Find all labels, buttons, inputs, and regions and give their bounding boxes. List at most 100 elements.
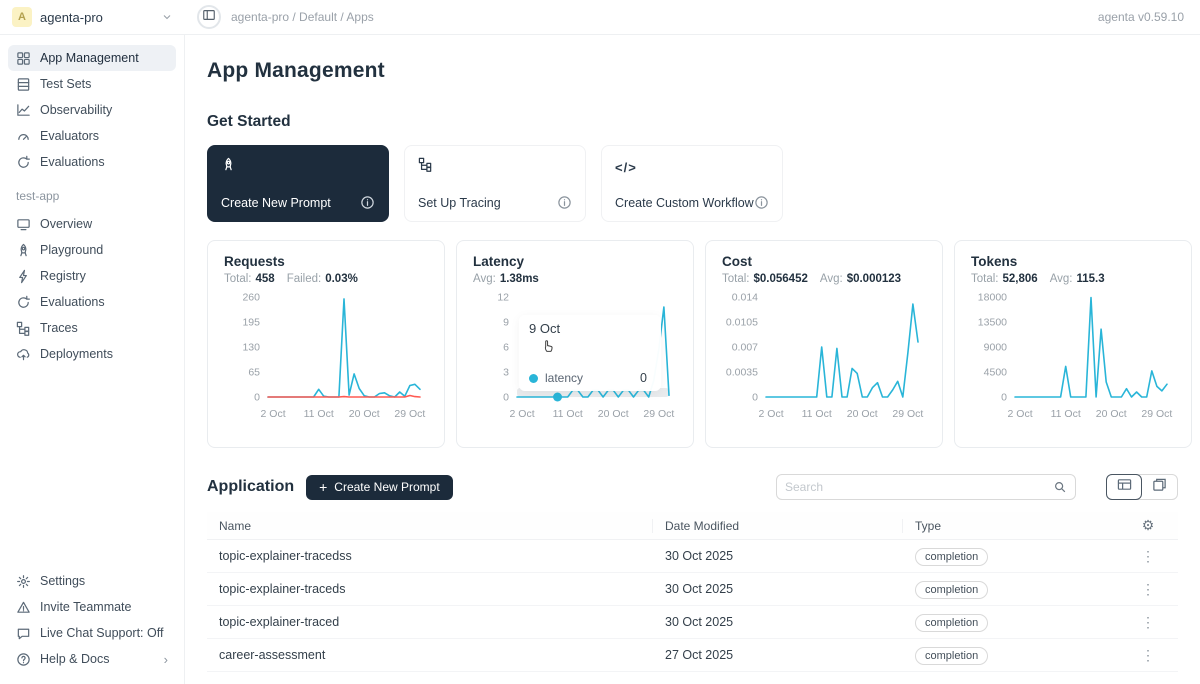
create-new-prompt-button[interactable]: + Create New Prompt	[306, 475, 453, 500]
svg-text:3: 3	[503, 367, 509, 379]
sidebar-item-overview[interactable]: Overview	[8, 211, 176, 237]
svg-text:11 Oct: 11 Oct	[802, 408, 832, 420]
metrics-charts-row: RequestsTotal:458Failed:0.03%06513019526…	[207, 240, 1178, 448]
gauge-icon	[16, 129, 31, 144]
gear-icon	[16, 574, 31, 589]
svg-text:11 Oct: 11 Oct	[304, 408, 334, 420]
version-label: agenta v0.59.10	[1098, 10, 1200, 24]
table-row-career-assessment[interactable]: career-assessment27 Oct 2025completion⋮	[207, 639, 1178, 672]
get-started-card-create-custom-workflow[interactable]: </>Create Custom Workflow	[601, 145, 783, 222]
sidebar-footer-group: SettingsInvite Teammate Live Chat Support…	[8, 568, 176, 672]
date-modified-cell: 30 Oct 2025	[653, 549, 903, 563]
sidebar-item-label: Live Chat Support: Off	[40, 626, 163, 640]
sidebar-item-label: Deployments	[40, 347, 113, 361]
sidebar-footer-help-docs[interactable]: Help & Docs›	[8, 646, 176, 672]
sidebar-item-label: Evaluations	[40, 295, 105, 309]
type-badge: completion	[915, 647, 988, 665]
chart-stats: Total:52,806Avg:115.3	[971, 273, 1175, 285]
info-icon[interactable]	[754, 195, 769, 210]
search-icon[interactable]	[1053, 480, 1067, 494]
sidebar-toggle-button[interactable]	[197, 5, 221, 29]
sidebar-footer-settings[interactable]: Settings	[8, 568, 176, 594]
table-settings-gear-icon[interactable]: ⚙	[1142, 517, 1155, 534]
type-badge: completion	[915, 548, 988, 566]
svg-text:20 Oct: 20 Oct	[1096, 408, 1127, 420]
svg-text:20 Oct: 20 Oct	[598, 408, 629, 420]
table-row-topic-explainer-tracedss[interactable]: topic-explainer-tracedss30 Oct 2025 compl…	[207, 540, 1178, 573]
sidebar-item-app-management[interactable]: App Management	[8, 45, 176, 71]
card-view-icon	[1152, 477, 1167, 497]
svg-text:130: 130	[242, 342, 260, 354]
sidebar-main-group: App ManagementTest SetsObservabilityEval…	[8, 45, 176, 175]
sidebar-item-label: Test Sets	[40, 77, 91, 91]
chart-title: Tokens	[971, 254, 1175, 269]
svg-text:9: 9	[503, 317, 509, 329]
date-modified-cell: 27 Oct 2025	[653, 648, 903, 662]
svg-text:0: 0	[1001, 392, 1007, 404]
tree-icon	[16, 321, 31, 336]
sidebar-item-traces[interactable]: Traces	[8, 315, 176, 341]
sidebar-item-label: Playground	[40, 243, 103, 257]
date-modified-cell: 30 Oct 2025	[653, 582, 903, 596]
svg-text:0.014: 0.014	[732, 292, 758, 304]
get-started-card-create-new-prompt[interactable]: Create New Prompt	[207, 145, 389, 222]
requests-line-chart[interactable]: 0651301952602 Oct11 Oct20 Oct29 Oct	[224, 291, 428, 425]
info-icon[interactable]	[360, 195, 375, 210]
rocket-icon	[221, 157, 236, 177]
row-menu-icon[interactable]: ⋮	[1141, 647, 1155, 664]
sidebar-project-group: Overview Playground Registry Evaluations Tra…	[8, 211, 176, 367]
sidebar-item-evaluations[interactable]: Evaluations	[8, 149, 176, 175]
row-menu-icon[interactable]: ⋮	[1141, 581, 1155, 598]
sidebar-item-test-sets[interactable]: Test Sets	[8, 71, 176, 97]
column-header-name[interactable]: Name	[207, 519, 653, 533]
column-header-type[interactable]: Type	[903, 519, 1118, 533]
svg-text:2 Oct: 2 Oct	[510, 408, 535, 420]
monitor-icon	[16, 217, 31, 232]
table-view-icon	[1117, 477, 1132, 497]
get-started-card-set-up-tracing[interactable]: Set Up Tracing	[404, 145, 586, 222]
sidebar-item-evaluators[interactable]: Evaluators	[8, 123, 176, 149]
cost-line-chart[interactable]: 00.00350.0070.01050.0142 Oct11 Oct20 Oct…	[722, 291, 926, 425]
breadcrumb[interactable]: agenta-pro / Default / Apps	[231, 10, 1098, 24]
sidebar-item-evaluations[interactable]: Evaluations	[8, 289, 176, 315]
table-row-topic-explainer-traced[interactable]: topic-explainer-traced30 Oct 2025complet…	[207, 606, 1178, 639]
card-label: Set Up Tracing	[418, 196, 501, 210]
refresh-icon	[16, 295, 31, 310]
tokens-chart-card: Tokens Total:52,806Avg:115.3 0450090001350…	[954, 240, 1192, 448]
sidebar-item-label: Overview	[40, 217, 92, 231]
table-view-button[interactable]	[1106, 474, 1142, 500]
column-header-date-modified[interactable]: Date Modified	[653, 519, 903, 533]
workspace-avatar: A	[12, 7, 32, 27]
get-started-cards: Create New Prompt Set Up Tracing </>Create…	[207, 145, 1178, 222]
svg-text:29 Oct: 29 Oct	[643, 408, 674, 420]
legend-dot	[529, 374, 538, 383]
sidebar-item-deployments[interactable]: Deployments	[8, 341, 176, 367]
chart-icon	[16, 103, 31, 118]
svg-text:20 Oct: 20 Oct	[349, 408, 380, 420]
sidebar-item-registry[interactable]: Registry	[8, 263, 176, 289]
workspace-name: agenta-pro	[40, 10, 153, 25]
app-name-cell: topic-explainer-tracedss	[207, 549, 653, 563]
app-name-cell: topic-explainer-traceds	[207, 582, 653, 596]
table-row-topic-explainer-traceds[interactable]: topic-explainer-traceds30 Oct 2025comple…	[207, 573, 1178, 606]
alert-icon	[16, 600, 31, 615]
card-view-button[interactable]	[1141, 475, 1177, 499]
svg-text:260: 260	[242, 292, 260, 304]
row-menu-icon[interactable]: ⋮	[1141, 548, 1155, 565]
info-icon[interactable]	[557, 195, 572, 210]
chevron-down-icon	[161, 11, 173, 23]
cost-chart-card: CostTotal:$0.056452Avg:$0.00012300.00350…	[705, 240, 943, 448]
row-menu-icon[interactable]: ⋮	[1141, 614, 1155, 631]
workspace-switcher[interactable]: A agenta-pro	[0, 7, 185, 27]
sidebar-item-playground[interactable]: Playground	[8, 237, 176, 263]
svg-text:0: 0	[752, 392, 758, 404]
cloud-icon	[16, 347, 31, 362]
sidebar: App ManagementTest SetsObservabilityEval…	[0, 35, 185, 684]
sidebar-footer-invite-teammate[interactable]: Invite Teammate	[8, 594, 176, 620]
latency-chart-card: LatencyAvg:1.38ms0369122 Oct11 Oct20 Oct…	[456, 240, 694, 448]
sidebar-footer-live-chat-support-off[interactable]: Live Chat Support: Off	[8, 620, 176, 646]
sidebar-item-observability[interactable]: Observability	[8, 97, 176, 123]
chart-tooltip: 9 Octlatency0	[519, 315, 661, 391]
tokens-line-chart[interactable]: 04500900013500180002 Oct11 Oct20 Oct29 O…	[971, 291, 1175, 425]
search-input[interactable]	[785, 480, 1047, 494]
